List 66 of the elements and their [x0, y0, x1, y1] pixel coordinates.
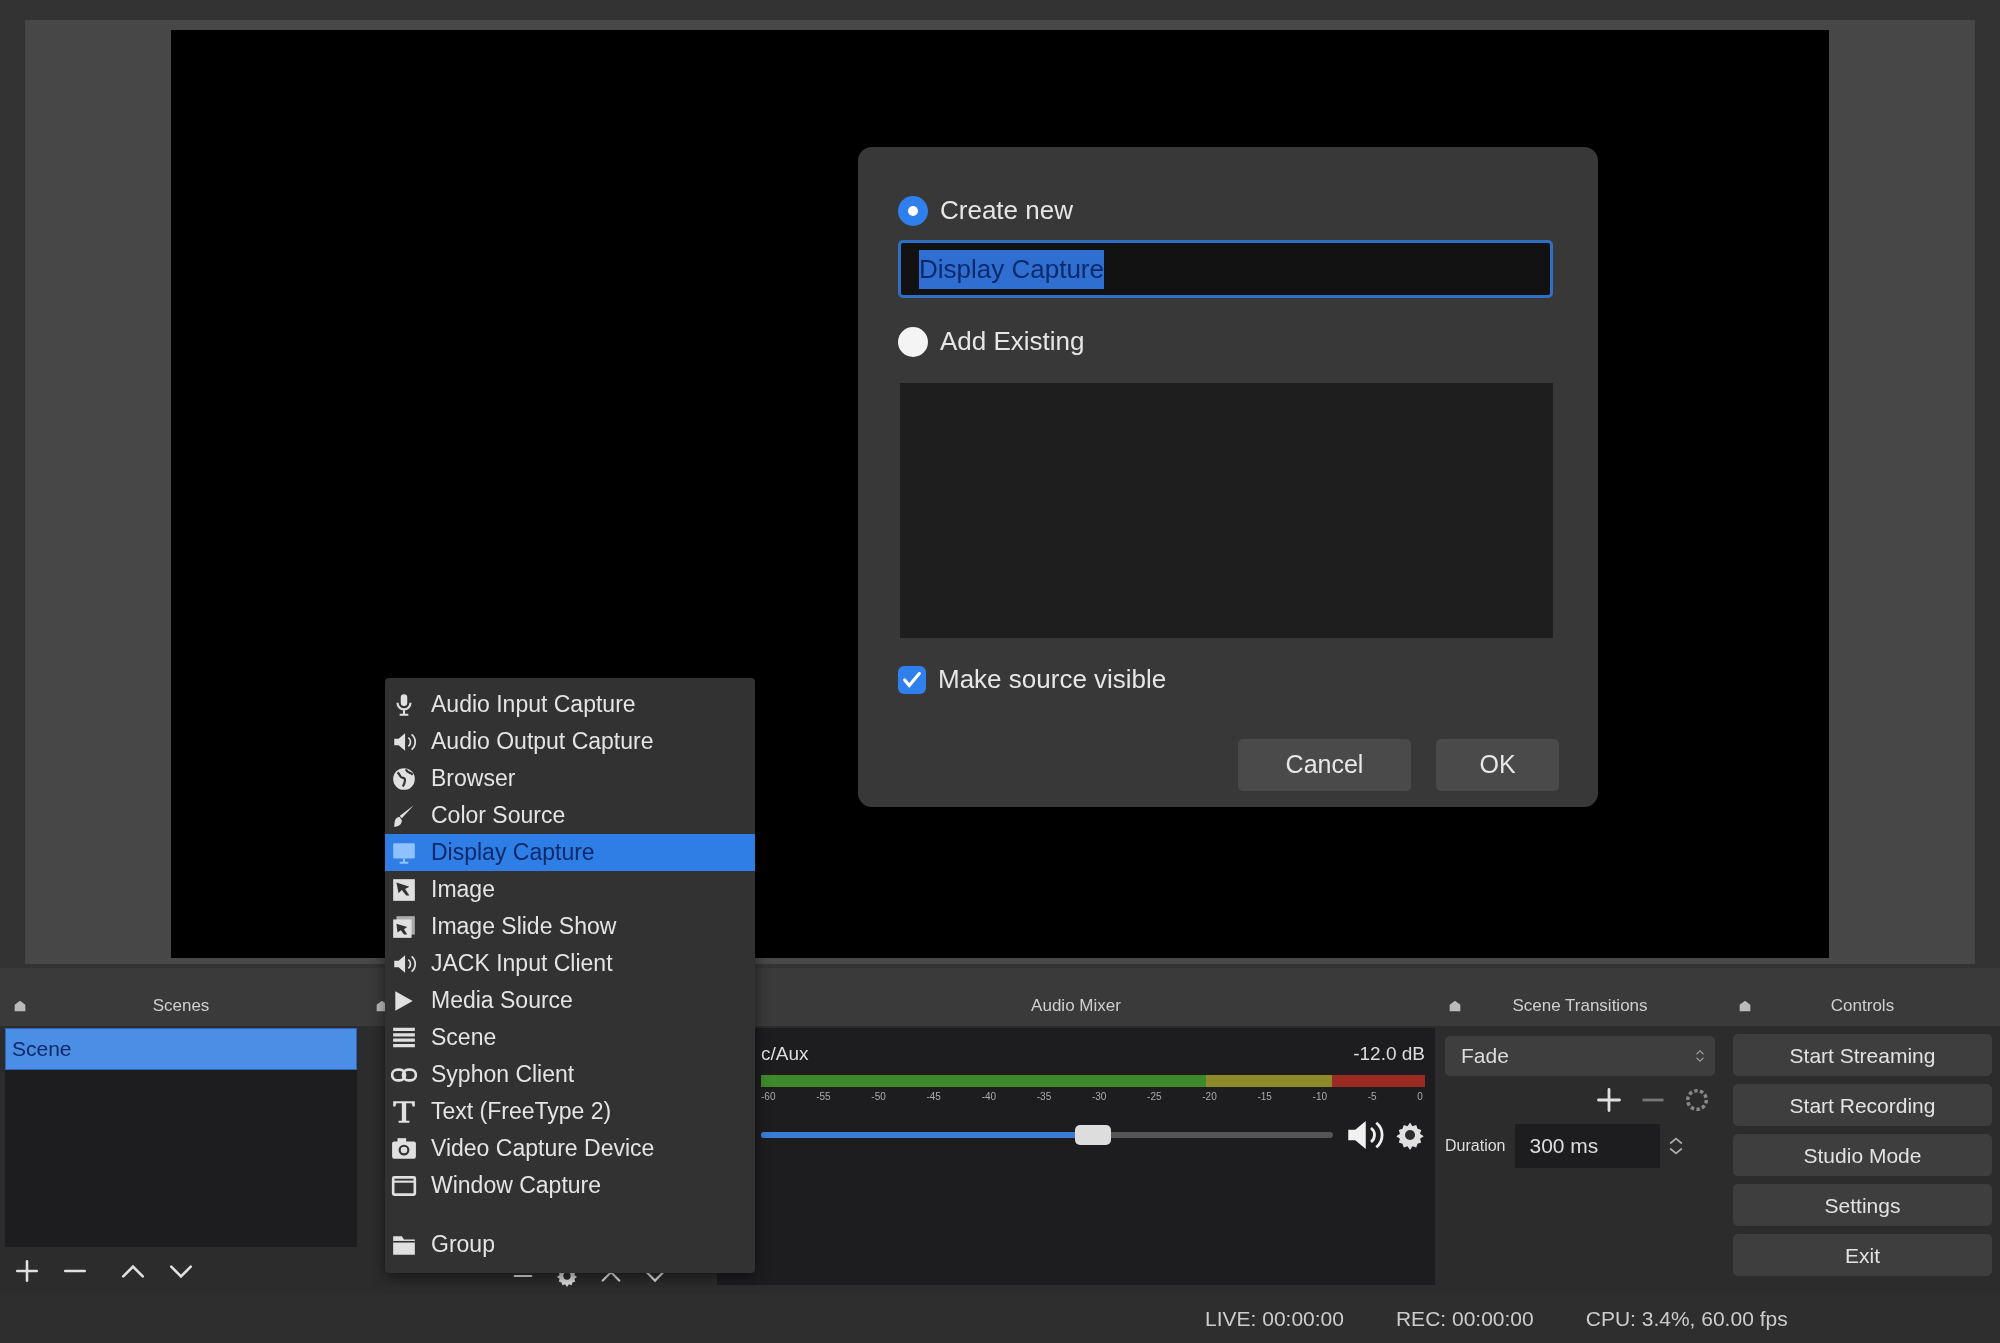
control-button[interactable]: Start Streaming [1733, 1034, 1992, 1076]
control-button[interactable]: Exit [1733, 1234, 1992, 1276]
status-text: CPU: 3.4%, 60.00 fps [1585, 1306, 1788, 1333]
scene-item[interactable]: Scene [5, 1028, 357, 1070]
duration-field[interactable]: 300 ms [1515, 1124, 1661, 1168]
meter-tick-label: -40 [981, 1089, 997, 1104]
panel-title: Controls [1830, 994, 1895, 1017]
control-button[interactable]: Start Recording [1733, 1084, 1992, 1126]
menu-item[interactable]: Image [385, 871, 755, 908]
control-button[interactable]: Settings [1733, 1184, 1992, 1226]
menu-item[interactable]: Group [385, 1226, 755, 1263]
meter-tick-label: -50 [871, 1089, 886, 1104]
checkbox-label[interactable]: Make source visible [938, 660, 1167, 699]
channel-name: c/Aux [761, 1042, 809, 1066]
float-icon[interactable] [1447, 998, 1463, 1014]
image-icon [391, 876, 417, 903]
menu-item[interactable]: Image Slide Show [385, 908, 755, 945]
menu-item[interactable]: Video Capture Device [385, 1130, 755, 1167]
gear-icon[interactable] [1683, 1086, 1711, 1114]
volume-slider[interactable] [761, 1124, 1333, 1145]
meter-tick-label: -15 [1257, 1089, 1272, 1104]
meter-tick-label: -45 [926, 1089, 941, 1104]
camera-icon [391, 1135, 417, 1162]
plus-icon[interactable] [14, 1258, 40, 1284]
meter-tick-label: 0 [1417, 1089, 1423, 1104]
panel-title: Scene Transitions [1512, 994, 1648, 1017]
menu-item[interactable]: Browser [385, 760, 755, 797]
text-icon [391, 1098, 417, 1125]
menu-item[interactable]: Syphon Client [385, 1056, 755, 1093]
volume-reading: -12.0 dB [1353, 1042, 1425, 1066]
menu-item[interactable]: Window Capture [385, 1167, 755, 1204]
menu-item[interactable]: Audio Input Capture [385, 686, 755, 723]
slider-thumb[interactable] [1074, 1124, 1111, 1145]
duration-label: Duration [1445, 1136, 1506, 1156]
panel-title: Scenes [152, 994, 210, 1017]
transition-select[interactable]: Fade [1445, 1036, 1715, 1076]
meter-tick-label: -30 [1091, 1089, 1107, 1104]
meter-tick-label: -5 [1367, 1089, 1377, 1104]
radio-button[interactable] [898, 195, 928, 226]
cancel-button[interactable]: Cancel [1238, 739, 1411, 791]
plus-icon[interactable] [1595, 1086, 1623, 1114]
meter-tick-label: -10 [1312, 1089, 1327, 1104]
menu-item[interactable]: Text (FreeType 2) [385, 1093, 755, 1130]
control-button[interactable]: Studio Mode [1733, 1134, 1992, 1176]
menu-item[interactable]: Color Source [385, 797, 755, 834]
ok-button[interactable]: OK [1436, 739, 1559, 791]
checkbox[interactable] [898, 665, 926, 694]
menu-item[interactable]: Media Source [385, 982, 755, 1019]
panel-title: Audio Mixer [1031, 994, 1121, 1017]
status-text: LIVE: 00:00:00 [1205, 1306, 1344, 1333]
float-icon[interactable] [12, 998, 28, 1014]
meter-tick-label: -25 [1147, 1089, 1162, 1104]
globe-icon [391, 765, 417, 792]
meter-tick-label: -55 [816, 1089, 831, 1104]
slideshow-icon [391, 913, 417, 940]
status-text: REC: 00:00:00 [1395, 1306, 1534, 1333]
menu-item[interactable]: JACK Input Client [385, 945, 755, 982]
menu-item[interactable]: Scene [385, 1019, 755, 1056]
meter-tick-label: -60 [761, 1089, 776, 1104]
radio-label[interactable]: Add Existing [940, 322, 1085, 361]
meter-tick-label: -35 [1036, 1089, 1052, 1104]
menu-item[interactable]: Audio Output Capture [385, 723, 755, 760]
radio-button[interactable] [898, 326, 928, 357]
radio-label[interactable]: Create new [940, 191, 1073, 230]
meter-tick-label: -20 [1202, 1089, 1217, 1104]
float-icon[interactable] [1737, 998, 1753, 1014]
